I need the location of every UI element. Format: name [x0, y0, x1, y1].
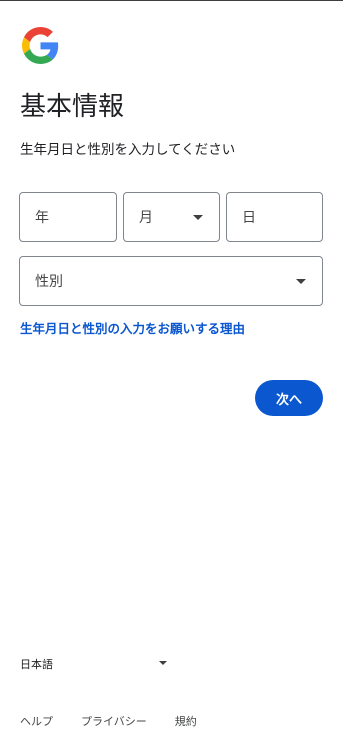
year-input[interactable]: 年 — [19, 192, 117, 242]
top-border — [0, 0, 343, 1]
terms-link[interactable]: 規約 — [175, 713, 197, 729]
month-label: 月 — [139, 210, 153, 226]
gender-label: 性別 — [35, 274, 63, 290]
page-subtitle: 生年月日と性別を入力してください — [20, 142, 236, 158]
privacy-link[interactable]: プライバシー — [81, 713, 147, 729]
year-label: 年 — [35, 210, 49, 226]
help-link[interactable]: ヘルプ — [20, 713, 53, 729]
next-button[interactable]: 次へ — [255, 380, 323, 416]
dropdown-arrow-icon — [159, 661, 167, 665]
gender-select[interactable]: 性別 — [19, 256, 323, 306]
footer-links: ヘルプ プライバシー 規約 — [20, 713, 225, 729]
day-input[interactable]: 日 — [226, 192, 323, 242]
month-select[interactable]: 月 — [123, 192, 220, 242]
dropdown-arrow-icon — [296, 279, 306, 284]
google-logo-icon — [22, 27, 59, 64]
day-label: 日 — [242, 210, 256, 226]
dropdown-arrow-icon — [193, 215, 203, 220]
why-info-link[interactable]: 生年月日と性別の入力をお願いする理由 — [20, 318, 245, 337]
language-select[interactable]: 日本語 — [20, 652, 170, 674]
language-label: 日本語 — [20, 658, 53, 671]
page-title: 基本情報 — [20, 92, 125, 122]
